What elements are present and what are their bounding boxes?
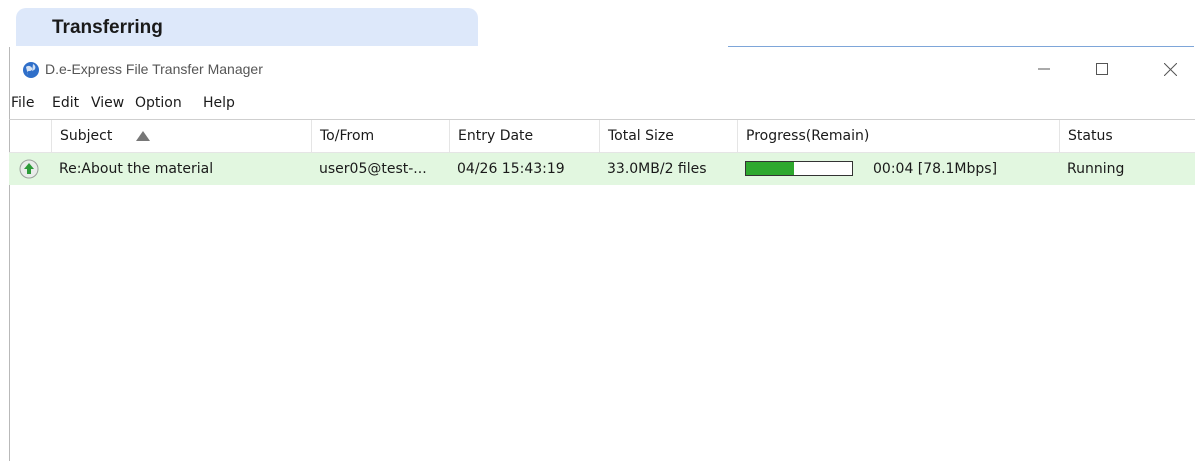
progress-bar [745,161,853,176]
column-header-total-size[interactable]: Total Size [599,120,737,152]
column-header-status[interactable]: Status [1059,120,1195,152]
transferring-caption-tab: Transferring [16,8,478,46]
column-entry-date-label: Entry Date [458,128,534,144]
menu-view[interactable]: View [91,95,124,111]
column-header-subject[interactable]: Subject [51,120,311,152]
close-icon [1163,62,1177,76]
column-header-row: Subject To/From Entry Date Total Size Pr… [9,120,1195,153]
row-total-size: 33.0MB/2 files [607,161,707,177]
column-to-from-label: To/From [320,128,375,144]
menu-help[interactable]: Help [203,95,235,111]
column-header-to-from[interactable]: To/From [311,120,449,152]
row-status: Running [1067,161,1125,177]
menu-option[interactable]: Option [135,95,182,111]
menu-file[interactable]: File [11,95,34,111]
maximize-button[interactable] [1079,47,1125,91]
row-progress-cell: 00:04 [78.1Mbps] [737,153,1059,185]
row-remain: 00:04 [78.1Mbps] [873,161,998,177]
upload-arrow-icon [19,159,39,179]
column-header-icon[interactable] [9,120,51,152]
row-entry-date: 04/26 15:43:19 [457,161,565,177]
progress-fill [746,162,794,175]
row-to-from: user05@test-... [319,161,427,177]
transfer-list[interactable]: Subject To/From Entry Date Total Size Pr… [9,119,1195,461]
column-progress-label: Progress(Remain) [746,128,870,144]
column-total-size-label: Total Size [608,128,674,144]
globe-icon [23,62,39,78]
minimize-button[interactable] [1021,47,1067,91]
close-button[interactable] [1147,47,1193,91]
menu-edit[interactable]: Edit [52,95,79,111]
column-subject-label: Subject [60,128,113,144]
column-header-entry-date[interactable]: Entry Date [449,120,599,152]
maximize-icon [1096,63,1108,75]
row-subject: Re:About the material [59,161,214,177]
window-title: D.e-Express File Transfer Manager [45,61,263,77]
minimize-icon [1038,68,1050,70]
column-header-progress[interactable]: Progress(Remain) [737,120,1059,152]
file-transfer-manager-window: D.e-Express File Transfer Manager File E… [9,47,1195,461]
title-bar[interactable]: D.e-Express File Transfer Manager [9,47,1195,91]
table-row[interactable]: Re:About the material user05@test-... 04… [9,153,1195,185]
caption-label: Transferring [52,17,163,38]
menu-bar: File Edit View Option Help [9,91,1195,117]
column-status-label: Status [1068,128,1113,144]
sort-ascending-icon [136,131,150,141]
